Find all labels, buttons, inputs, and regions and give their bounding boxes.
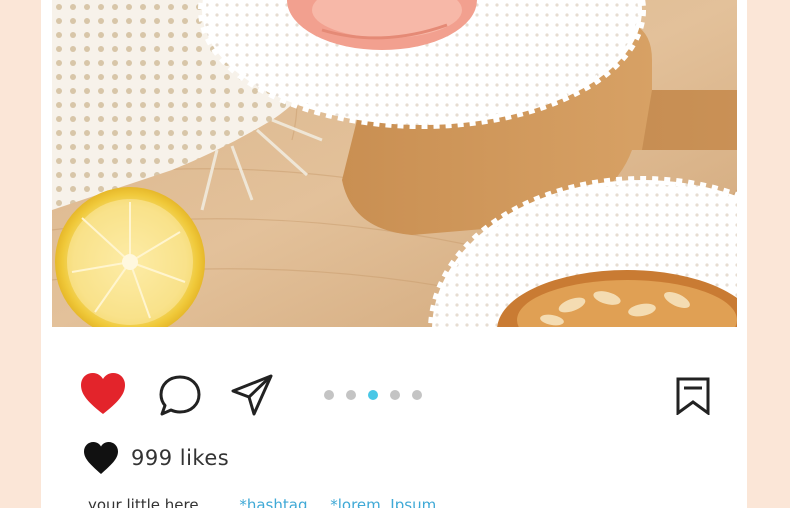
post-actions-bar — [41, 327, 747, 437]
speech-bubble-icon — [159, 375, 201, 416]
paper-plane-icon — [231, 374, 273, 416]
likes-row: 999 likes — [83, 440, 229, 476]
post-photo[interactable] — [52, 0, 737, 327]
carousel-dot[interactable] — [324, 390, 334, 400]
carousel-dot[interactable] — [390, 390, 400, 400]
heart-filled-icon — [84, 442, 118, 474]
save-button[interactable] — [675, 377, 711, 416]
post-caption: your little here *hashtag *lorem Ipsum — [88, 496, 454, 508]
likes-count[interactable]: 999 likes — [131, 446, 229, 470]
bookmark-icon — [676, 377, 710, 416]
carousel-dot[interactable] — [412, 390, 422, 400]
post-card: 999 likes your little here *hashtag *lor… — [41, 0, 747, 508]
carousel-dot[interactable] — [346, 390, 356, 400]
heart-filled-icon — [81, 373, 125, 414]
carousel-dot-active[interactable] — [368, 390, 378, 400]
carousel-indicator — [324, 390, 422, 400]
hashtag-link[interactable]: *hashtag — [239, 496, 307, 508]
food-photo-image — [52, 0, 737, 327]
like-button[interactable] — [79, 372, 127, 416]
share-button[interactable] — [230, 373, 274, 417]
caption-text: your little here — [88, 496, 199, 508]
comment-button[interactable] — [158, 374, 202, 418]
hashtag-link[interactable]: *lorem Ipsum — [330, 496, 436, 508]
